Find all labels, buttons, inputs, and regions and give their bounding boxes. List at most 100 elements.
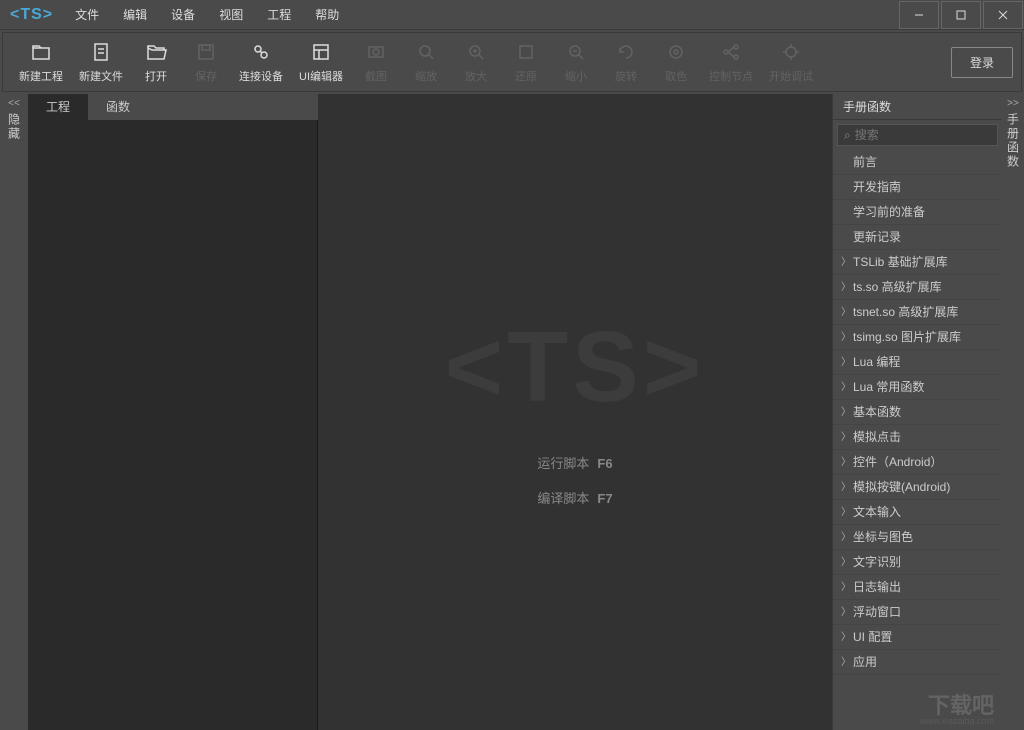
menu-item[interactable]: 文件	[63, 0, 111, 30]
chevron-right-icon: 〉	[841, 550, 853, 575]
toolbar-screenshot-button: 截图	[351, 36, 401, 88]
chevron-right-icon: 〉	[841, 475, 853, 500]
chevron-right-icon: 〉	[841, 625, 853, 650]
node-icon	[720, 40, 742, 64]
chevron-right-icon: 〉	[841, 300, 853, 325]
menu-item[interactable]: 视图	[207, 0, 255, 30]
tree-item-label: 模拟点击	[853, 425, 901, 450]
tool-label: 旋转	[615, 68, 637, 84]
tree-item-label: ts.so 高级扩展库	[853, 275, 942, 300]
folder-icon	[30, 40, 52, 64]
debug-icon	[780, 40, 802, 64]
tree-item[interactable]: 〉UI 配置	[833, 625, 1002, 650]
tree-item[interactable]: 〉坐标与图色	[833, 525, 1002, 550]
search-icon: ⌕	[844, 128, 851, 143]
tool-label: 放大	[465, 68, 487, 84]
left-collapse-rail[interactable]: << 隐藏	[0, 94, 28, 730]
tree-item[interactable]: 更新记录	[833, 225, 1002, 250]
zoomin-icon	[465, 40, 487, 64]
chevron-left-icon: <<	[8, 98, 20, 109]
toolbar-reset-button: 还原	[501, 36, 551, 88]
tab-project[interactable]: 工程	[28, 94, 88, 120]
chevron-right-icon: 〉	[841, 575, 853, 600]
toolbar-ui-button[interactable]: UI编辑器	[291, 36, 351, 88]
menu-item[interactable]: 帮助	[303, 0, 351, 30]
tree-item[interactable]: 〉文字识别	[833, 550, 1002, 575]
tree-item[interactable]: 〉Lua 编程	[833, 350, 1002, 375]
tool-label: 新建工程	[19, 68, 63, 84]
right-panel-title: 手册函数	[833, 94, 1002, 120]
tree-item-label: 基本函数	[853, 400, 901, 425]
tree-item-label: Lua 编程	[853, 350, 900, 375]
tree-item[interactable]: 〉tsimg.so 图片扩展库	[833, 325, 1002, 350]
chevron-right-icon: 〉	[841, 450, 853, 475]
close-button[interactable]	[983, 1, 1023, 29]
zoomout-icon	[565, 40, 587, 64]
ui-icon	[310, 40, 332, 64]
chevron-right-icon: 〉	[841, 425, 853, 450]
screenshot-icon	[365, 40, 387, 64]
tree-item-label: 模拟按键(Android)	[853, 475, 950, 500]
tree-item[interactable]: 〉浮动窗口	[833, 600, 1002, 625]
menubar: <TS> 文件编辑设备视图工程帮助	[0, 0, 1024, 30]
chevron-right-icon: 〉	[841, 350, 853, 375]
tree-item-label: 文本输入	[853, 500, 901, 525]
tree-item[interactable]: 〉基本函数	[833, 400, 1002, 425]
tree-item-label: 应用	[853, 650, 877, 675]
menu-item[interactable]: 编辑	[111, 0, 159, 30]
window-controls	[898, 0, 1024, 30]
tree-item-label: 日志输出	[853, 575, 901, 600]
main-area: << 隐藏 工程 函数 <TS> 运行脚本F6 编译脚本F7 手册函数 ⌕ 前言…	[0, 94, 1024, 730]
toolbar-zoom-button: 缩放	[401, 36, 451, 88]
right-rail-label: 手册函数	[1005, 113, 1022, 169]
tree-item-label: tsimg.so 图片扩展库	[853, 325, 961, 350]
editor-area: <TS> 运行脚本F6 编译脚本F7	[318, 94, 832, 730]
tool-label: 缩放	[415, 68, 437, 84]
tree-item[interactable]: 〉tsnet.so 高级扩展库	[833, 300, 1002, 325]
chevron-right-icon: 〉	[841, 375, 853, 400]
chevron-right-icon: 〉	[841, 500, 853, 525]
tree-item[interactable]: 开发指南	[833, 175, 1002, 200]
tree-item-label: 文字识别	[853, 550, 901, 575]
rotate-icon	[615, 40, 637, 64]
save-icon	[195, 40, 217, 64]
toolbar-file-button[interactable]: 新建文件	[71, 36, 131, 88]
toolbar-folder-button[interactable]: 新建工程	[11, 36, 71, 88]
menu-item[interactable]: 工程	[255, 0, 303, 30]
reset-icon	[515, 40, 537, 64]
tree-item-label: tsnet.so 高级扩展库	[853, 300, 958, 325]
minimize-button[interactable]	[899, 1, 939, 29]
right-panel: 手册函数 ⌕ 前言开发指南学习前的准备更新记录〉TSLib 基础扩展库〉ts.s…	[832, 94, 1002, 730]
tree-item[interactable]: 〉TSLib 基础扩展库	[833, 250, 1002, 275]
tab-functions[interactable]: 函数	[88, 94, 148, 120]
chevron-right-icon: 〉	[841, 250, 853, 275]
menu-item[interactable]: 设备	[159, 0, 207, 30]
function-tree[interactable]: 前言开发指南学习前的准备更新记录〉TSLib 基础扩展库〉ts.so 高级扩展库…	[833, 150, 1002, 730]
tree-item-label: 前言	[853, 150, 877, 175]
zoom-icon	[415, 40, 437, 64]
tree-item[interactable]: 〉控件（Android）	[833, 450, 1002, 475]
toolbar-save-button: 保存	[181, 36, 231, 88]
chevron-right-icon: 〉	[841, 275, 853, 300]
tree-item[interactable]: 〉Lua 常用函数	[833, 375, 1002, 400]
maximize-button[interactable]	[941, 1, 981, 29]
search-input[interactable]	[855, 128, 1010, 142]
toolbar-zoomin-button: 放大	[451, 36, 501, 88]
login-button[interactable]: 登录	[951, 47, 1013, 78]
tree-item[interactable]: 〉模拟按键(Android)	[833, 475, 1002, 500]
tree-item[interactable]: 〉模拟点击	[833, 425, 1002, 450]
editor-watermark: <TS>	[445, 310, 706, 425]
right-collapse-rail[interactable]: >> 手册函数	[1002, 94, 1024, 730]
toolbar-open-button[interactable]: 打开	[131, 36, 181, 88]
toolbar: 新建工程新建文件打开保存连接设备UI编辑器截图缩放放大还原缩小旋转取色控制节点开…	[2, 32, 1022, 92]
tree-item[interactable]: 〉文本输入	[833, 500, 1002, 525]
tree-item[interactable]: 〉ts.so 高级扩展库	[833, 275, 1002, 300]
tree-item[interactable]: 前言	[833, 150, 1002, 175]
tree-item[interactable]: 〉应用	[833, 650, 1002, 675]
toolbar-link-button[interactable]: 连接设备	[231, 36, 291, 88]
tree-item[interactable]: 〉日志输出	[833, 575, 1002, 600]
tree-item[interactable]: 学习前的准备	[833, 200, 1002, 225]
tool-label: 取色	[665, 68, 687, 84]
search-box[interactable]: ⌕	[837, 124, 998, 146]
shortcut-compile: 编译脚本F7	[537, 488, 612, 507]
